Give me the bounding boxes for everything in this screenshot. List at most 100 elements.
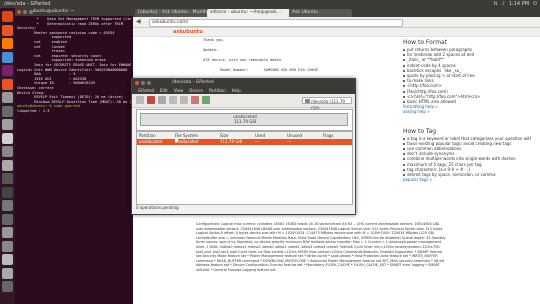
row-used: ---	[255, 139, 260, 144]
bullet-icon	[403, 59, 405, 62]
launcher-app-icon[interactable]	[2, 24, 13, 36]
site-header: askubuntu	[133, 28, 540, 37]
bullet-icon	[403, 153, 405, 156]
launcher-app-icon[interactable]	[2, 213, 13, 225]
launcher-app-icon[interactable]	[2, 105, 13, 117]
active-window-title: /dev/sda - GParted	[4, 1, 51, 7]
launcher-app-icon[interactable]	[2, 186, 13, 198]
tab-3[interactable]: Ask Ubuntu	[289, 9, 352, 17]
back-icon[interactable]: ◀	[136, 18, 141, 25]
apply-icon[interactable]	[202, 96, 210, 104]
disk-graphic: unallocated 111.79 GiB	[136, 109, 353, 131]
menu-device[interactable]: Device	[189, 87, 203, 94]
gparted-title: /dev/sda - GParted	[172, 80, 214, 85]
terminal-line: * Data Set Management TRIM supported (li…	[36, 17, 131, 21]
gparted-titlebar: /dev/sda - GParted	[132, 79, 355, 87]
menu-view[interactable]: View	[174, 87, 184, 94]
terminal-output: * Data Set Management TRIM supported (li…	[17, 17, 131, 113]
terminal-window-controls	[17, 10, 33, 14]
row-size: 111.79 GiB	[220, 139, 243, 144]
launcher-app-icon[interactable]	[2, 240, 13, 252]
tab-1[interactable]: [ubuntu] - Ask Ubuntu - Mozilla Firefox	[135, 9, 208, 17]
network-icon[interactable]: ⇅	[493, 0, 497, 8]
system-indicators: ⇅ ♪ 1:14 PM ⏻	[493, 0, 537, 8]
terminal-window[interactable]: ubuntu@ubuntu: ~ * Data Set Management T…	[15, 8, 133, 304]
launcher-app-icon[interactable]	[2, 92, 13, 103]
bullet-icon	[403, 142, 405, 145]
launcher-app-icon[interactable]	[2, 65, 13, 76]
close-icon[interactable]	[135, 81, 139, 85]
bar-label: unallocated 111.79 GiB	[141, 114, 349, 124]
delete-partition-icon[interactable]	[147, 96, 155, 104]
row-partition: unallocated	[139, 139, 163, 144]
url-input[interactable]: askubuntu.com/	[149, 19, 403, 27]
site-logo[interactable]: askubuntu	[173, 28, 203, 36]
launcher-app-icon[interactable]	[2, 200, 13, 211]
disk-icon	[305, 99, 310, 103]
bullet-icon	[403, 90, 405, 93]
launcher-app-icon[interactable]	[2, 78, 13, 90]
launcher-app-icon[interactable]	[2, 159, 13, 171]
close-icon[interactable]	[17, 10, 21, 14]
maximize-icon[interactable]	[29, 10, 33, 14]
operations-status: 0 operations pending	[136, 205, 179, 210]
format-help-title: How to Format	[403, 39, 448, 46]
bullet-icon	[403, 158, 405, 161]
bullet-icon	[403, 64, 405, 67]
minimize-icon[interactable]	[23, 10, 27, 14]
resize-move-icon[interactable]	[158, 96, 166, 104]
launcher-app-icon[interactable]	[2, 227, 13, 238]
unallocated-bar[interactable]: unallocated 111.79 GiB	[140, 113, 348, 126]
launcher-app-icon[interactable]	[2, 51, 13, 63]
launcher-app-icon[interactable]	[2, 119, 13, 130]
launcher-app-icon[interactable]	[2, 267, 13, 279]
bullet-icon	[403, 49, 405, 51]
top-panel: /dev/sda - GParted ⇅ ♪ 1:14 PM ⏻	[0, 0, 540, 8]
bullet-icon	[403, 69, 405, 72]
power-icon[interactable]: ⏻	[533, 0, 537, 8]
launcher-app-icon[interactable]	[2, 173, 13, 184]
table-row[interactable]: unallocated unallocated 111.79 GiB --- -…	[137, 139, 352, 145]
menu-partition[interactable]: Partition	[209, 87, 226, 94]
launcher-app-icon[interactable]	[2, 254, 13, 265]
question-body-preview: Configuration: Logical max current: cyli…	[196, 222, 446, 272]
minimize-icon[interactable]	[141, 81, 145, 85]
copy-icon[interactable]	[169, 96, 177, 104]
col-size[interactable]: Size	[220, 132, 228, 139]
new-partition-icon[interactable]	[136, 96, 144, 104]
device-selector[interactable]: /dev/sda (111.79 GiB)	[302, 97, 352, 111]
format-help-sidebar: How to Format put returns between paragr…	[403, 38, 531, 182]
terminal-line: DEVSLP Exit Timeout (DETO): 20 ms (drive…	[17, 95, 124, 100]
navigation-bar: ◀ askubuntu.com/	[133, 17, 540, 28]
bullet-icon	[403, 148, 405, 151]
gparted-window: /dev/sda - GParted GParted Edit View Dev…	[131, 78, 356, 215]
undo-icon[interactable]	[191, 96, 199, 104]
bullet-icon	[403, 137, 405, 140]
bullet-icon	[403, 101, 405, 104]
paste-icon[interactable]	[180, 96, 188, 104]
col-partition[interactable]: Partition	[139, 132, 156, 139]
bullet-icon	[403, 54, 405, 57]
clock[interactable]: 1:14 PM	[509, 0, 529, 8]
asking-help-link[interactable]: asking help »	[403, 109, 531, 114]
launcher-app-icon[interactable]	[2, 281, 13, 292]
launcher-app-icon[interactable]	[2, 132, 13, 144]
launcher-app-icon[interactable]	[2, 38, 13, 49]
launcher-app-icon[interactable]	[2, 11, 13, 22]
col-used[interactable]: Used	[255, 132, 265, 139]
launcher-app-icon[interactable]	[2, 146, 13, 157]
launcher	[0, 8, 15, 304]
popular-tags-link[interactable]: popular tags »	[403, 177, 531, 182]
col-flags[interactable]: Flags	[323, 132, 334, 139]
gparted-window-controls	[135, 81, 151, 85]
menu-edit[interactable]: Edit	[160, 87, 168, 94]
tag-help-title: How to Tag	[403, 127, 437, 135]
menu-gparted[interactable]: GParted	[138, 87, 154, 94]
tab-2[interactable]: sdtorra - ubuntu: ~/help@ask...	[207, 9, 290, 17]
col-unused[interactable]: Unused	[287, 132, 302, 139]
maximize-icon[interactable]	[147, 81, 151, 85]
menu-help[interactable]: Help	[232, 87, 241, 94]
gparted-menubar: GParted Edit View Device Partition Help	[132, 87, 355, 94]
volume-icon[interactable]: ♪	[502, 0, 505, 8]
col-filesystem[interactable]: File System	[175, 132, 198, 139]
